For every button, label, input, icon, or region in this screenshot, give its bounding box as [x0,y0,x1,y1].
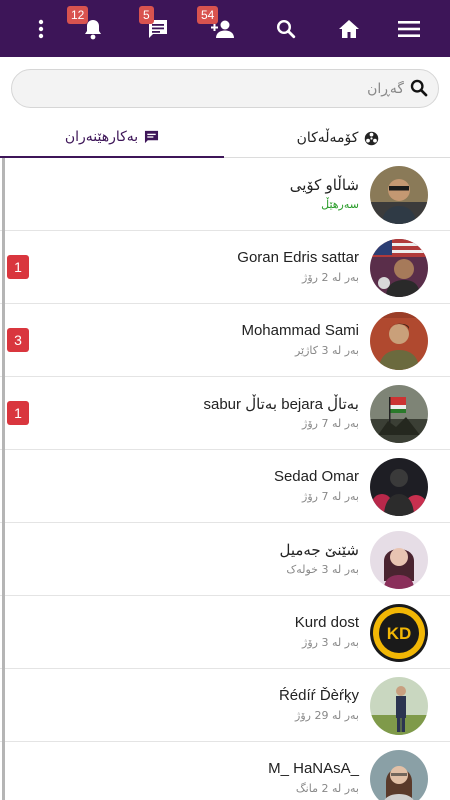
search-icon[interactable] [410,79,428,101]
tab-groups-label: کۆمەڵەکان [296,130,359,146]
conversation-name: M_ HaNAsA_ [268,760,359,777]
messages-badge: 5 [139,6,154,24]
avatar [370,239,428,297]
search-bar [11,69,439,108]
conversation-name: شێنێ جەمیل [279,542,359,559]
tab-users-label: بەکارهێنەران [64,129,139,145]
conversation-row[interactable]: M_ HaNAsA_ بەر لە 2 مانگ [0,742,450,800]
conversation-row[interactable]: 1 Goran Edris sattar بەر لە 2 رۆژ [0,231,450,304]
chat-bubble-icon [145,130,159,144]
avatar [370,312,428,370]
last-seen: بەر لە 2 رۆژ [302,271,359,284]
conversation-name: Kurd dost [294,614,359,631]
search-icon [276,19,296,38]
conversation-row[interactable]: 1 sabur بەتاڵ bejara بەتاڵ بەر لە 7 رۆژ [0,377,450,450]
tab-users[interactable]: بەکارهێنەران [0,118,224,158]
conversation-name: sabur بەتاڵ bejara بەتاڵ [203,396,360,413]
avatar [370,531,428,589]
conversation-row[interactable]: KD Kurd dost بەر لە 3 رۆژ [0,596,450,669]
conversation-row[interactable]: Sedad Omar بەر لە 7 رۆژ [0,450,450,523]
last-seen: بەر لە 29 رۆژ [295,709,359,722]
conversation-name: Goran Edris sattar [237,249,359,266]
last-seen: بەر لە 3 خولەک [286,563,359,576]
conversation-row[interactable]: شاڵاو کۆیی سەرهێڵ [0,158,450,231]
last-seen: بەر لە 7 رۆژ [302,417,359,430]
menu-button[interactable] [393,0,425,57]
last-seen: بەر لە 3 کاژێر [294,344,359,357]
last-seen: بەر لە 7 رۆژ [302,490,359,503]
more-icon [38,19,44,38]
svg-text:KD: KD [387,624,412,643]
avatar [370,458,428,516]
avatar [370,677,428,735]
more-button[interactable] [26,0,56,57]
unread-count-badge: 1 [7,255,29,279]
unread-count-badge: 1 [7,401,29,425]
conversation-name: شاڵاو کۆیی [289,177,359,194]
avatar [370,750,428,800]
search-input[interactable] [26,70,404,107]
unread-count-badge: 3 [7,328,29,352]
conversation-name: Mohammad Sami [241,322,359,339]
notifications-badge: 12 [67,6,89,24]
conversation-row[interactable]: 3 Mohammad Sami بەر لە 3 کاژێر [0,304,450,377]
conversation-row[interactable]: شێنێ جەمیل بەر لە 3 خولەک [0,523,450,596]
avatar [370,385,428,443]
tab-groups[interactable]: کۆمەڵەکان [226,118,450,158]
conversation-name: Ŕédíŕ Ďèŕķy [278,687,359,704]
friend-requests-badge: 54 [197,6,219,24]
groups-icon [365,131,379,145]
last-seen: بەر لە 3 رۆژ [302,636,359,649]
online-status: سەرهێڵ [321,198,359,211]
scrollbar[interactable] [2,158,5,800]
menu-icon [398,20,420,37]
avatar [370,166,428,224]
conversation-row[interactable]: Ŕédíŕ Ďèŕķy بەر لە 29 رۆژ [0,669,450,742]
search-button[interactable] [271,0,301,57]
last-seen: بەر لە 2 مانگ [295,782,359,795]
home-icon [339,19,359,38]
avatar: KD [370,604,428,662]
home-button[interactable] [334,0,364,57]
tab-bar: کۆمەڵەکان بەکارهێنەران [0,118,450,158]
top-app-bar: 12 5 54 [0,0,450,57]
conversation-name: Sedad Omar [273,468,359,485]
conversation-list: شاڵاو کۆیی سەرهێڵ 1 Goran Edris sattar ب… [0,158,450,800]
